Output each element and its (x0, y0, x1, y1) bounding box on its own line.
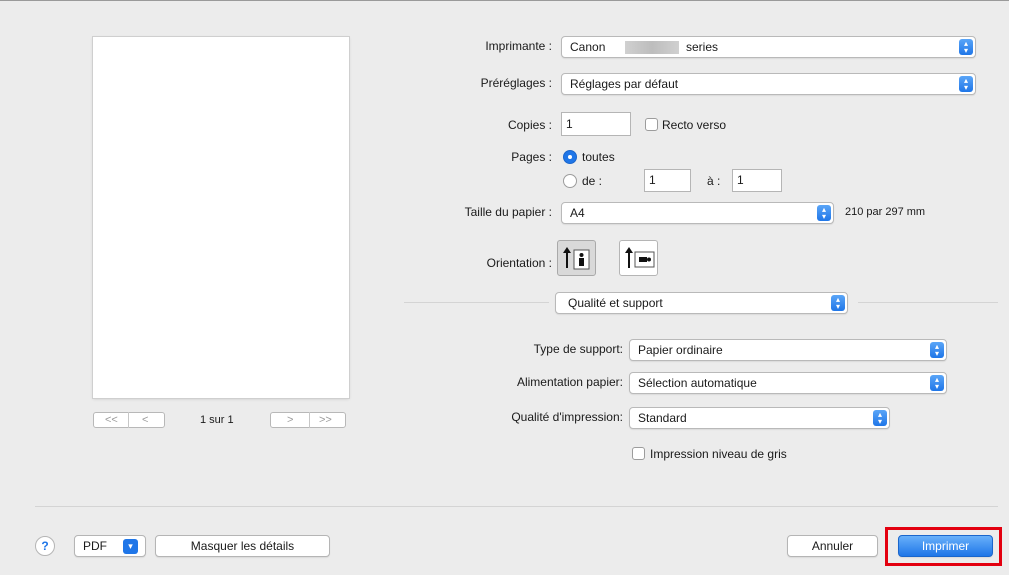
paper-size-value: A4 (570, 206, 585, 220)
popup-stepper-icon: ▴ ▾ (817, 205, 831, 221)
paper-size-popup[interactable]: A4 ▴ ▾ (561, 202, 834, 224)
pages-to-value: 1 (737, 173, 744, 187)
orientation-portrait-button[interactable] (557, 240, 596, 276)
section-separator-left (404, 302, 549, 303)
grayscale-label: Impression niveau de gris (650, 447, 787, 461)
next-page-button[interactable]: > (287, 413, 293, 427)
popup-stepper-icon: ▴ ▾ (930, 375, 944, 391)
pages-label: Pages : (511, 150, 552, 164)
section-separator-right (858, 302, 998, 303)
presets-popup[interactable]: Réglages par défaut ▴ ▾ (561, 73, 976, 95)
grayscale-checkbox[interactable] (632, 447, 645, 460)
pdf-menu-button[interactable]: PDF ▾ (74, 535, 146, 557)
pages-from-label: de : (582, 174, 603, 188)
hide-details-button[interactable]: Masquer les détails (155, 535, 330, 557)
section-popup[interactable]: Qualité et support ▴ ▾ (555, 292, 848, 314)
chevron-down-icon: ▾ (123, 539, 138, 554)
preview-nav-back-group: << < (93, 412, 165, 428)
orientation-label: Orientation : (486, 256, 552, 270)
media-type-label: Type de support: (533, 342, 623, 356)
redacted-model (625, 41, 679, 54)
media-type-value: Papier ordinaire (638, 343, 723, 357)
copies-label: Copies : (507, 118, 552, 132)
copies-field[interactable]: 1 (561, 112, 631, 136)
pages-to-label: à : (707, 174, 721, 188)
popup-stepper-icon: ▴ ▾ (959, 76, 973, 92)
duplex-label: Recto verso (662, 118, 727, 132)
paper-source-label: Alimentation papier: (516, 375, 623, 389)
pages-all-radio[interactable] (563, 150, 577, 164)
printer-value-prefix: Canon (570, 40, 606, 54)
paper-source-popup[interactable]: Sélection automatique ▴ ▾ (629, 372, 947, 394)
section-popup-value: Qualité et support (568, 296, 663, 310)
popup-stepper-icon: ▴ ▾ (831, 295, 845, 311)
copies-value: 1 (566, 117, 573, 131)
printer-value-suffix: series (686, 40, 719, 54)
nav-divider (309, 412, 310, 428)
paper-size-label: Taille du papier : (464, 205, 552, 219)
popup-stepper-icon: ▴ ▾ (959, 39, 973, 55)
portrait-icon (563, 247, 590, 270)
pages-from-field[interactable]: 1 (644, 169, 691, 192)
preview-nav-forward-group: > >> (270, 412, 346, 428)
landscape-icon (625, 247, 655, 268)
presets-label: Préréglages : (480, 76, 552, 90)
pdf-label: PDF (83, 539, 107, 553)
printer-label: Imprimante : (485, 39, 552, 53)
pages-range-radio[interactable] (563, 174, 577, 188)
page-preview (93, 37, 349, 398)
orientation-landscape-button[interactable] (619, 240, 658, 276)
footer-separator (35, 506, 998, 507)
popup-stepper-icon: ▴ ▾ (930, 342, 944, 358)
nav-divider (128, 412, 129, 428)
help-button[interactable]: ? (35, 536, 55, 556)
first-page-button[interactable]: << (105, 413, 118, 427)
print-button[interactable]: Imprimer (898, 535, 993, 557)
duplex-checkbox[interactable] (645, 118, 658, 131)
pages-from-value: 1 (649, 173, 656, 187)
print-quality-value: Standard (638, 411, 687, 425)
previous-page-button[interactable]: < (142, 413, 148, 427)
printer-popup[interactable]: Canon series ▴ ▾ (561, 36, 976, 58)
pages-all-label: toutes (582, 150, 615, 164)
print-quality-popup[interactable]: Standard ▴ ▾ (629, 407, 890, 429)
last-page-button[interactable]: >> (319, 413, 332, 427)
presets-value: Réglages par défaut (570, 77, 679, 91)
cancel-button[interactable]: Annuler (787, 535, 878, 557)
media-type-popup[interactable]: Papier ordinaire ▴ ▾ (629, 339, 947, 361)
paper-dimensions: 210 par 297 mm (845, 206, 926, 218)
page-indicator: 1 sur 1 (200, 414, 234, 426)
popup-stepper-icon: ▴ ▾ (873, 410, 887, 426)
pages-to-field[interactable]: 1 (732, 169, 782, 192)
print-quality-label: Qualité d'impression: (511, 410, 623, 424)
window-top-border (0, 0, 1009, 1)
paper-source-value: Sélection automatique (638, 376, 757, 390)
